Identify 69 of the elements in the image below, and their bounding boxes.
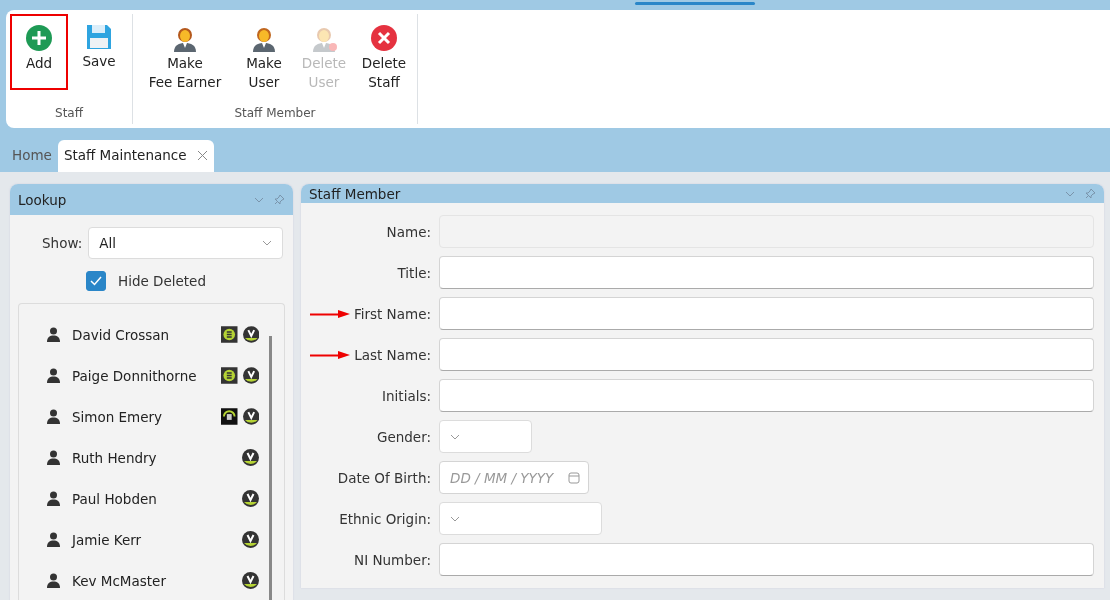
- field-label: Name:: [386, 223, 431, 240]
- field-label: Date Of Birth:: [337, 469, 431, 486]
- add-icon: [25, 24, 53, 52]
- group-label: Staff Member: [234, 105, 316, 122]
- dropdown-field[interactable]: [439, 420, 532, 453]
- field-label: Title:: [397, 264, 431, 281]
- chevron-down-icon: [254, 196, 264, 203]
- person-icon: [47, 409, 60, 424]
- e-badge-icon: [221, 326, 238, 343]
- staff-list-item[interactable]: Kev McMaster: [19, 560, 269, 600]
- group-label: Staff: [55, 105, 83, 122]
- v-badge-icon: [242, 367, 259, 384]
- text-field[interactable]: [439, 338, 1094, 371]
- ribbon-button[interactable]: Save: [70, 14, 128, 90]
- ribbon-button[interactable]: Make User: [235, 14, 293, 90]
- close-icon[interactable]: [196, 149, 208, 161]
- person-icon: [47, 368, 60, 383]
- e-badge-icon: [221, 367, 238, 384]
- staff-list-item[interactable]: David Crossan: [19, 314, 269, 355]
- show-dropdown[interactable]: All: [88, 227, 283, 259]
- pin-icon[interactable]: [1085, 188, 1096, 199]
- panel-title: Lookup: [18, 191, 68, 208]
- staff-list-item[interactable]: Ruth Hendry: [19, 437, 269, 478]
- show-label: Show:: [42, 235, 83, 251]
- field-label: First Name:: [353, 305, 431, 322]
- scrollbar[interactable]: [269, 336, 272, 600]
- text-field[interactable]: [439, 256, 1094, 289]
- checkbox-label: Hide Deleted: [118, 273, 206, 289]
- chevron-down-icon: [262, 240, 272, 246]
- text-field[interactable]: [439, 297, 1094, 330]
- checkbox[interactable]: [86, 271, 106, 291]
- ribbon-button[interactable]: Add: [10, 14, 68, 90]
- tab[interactable]: Home: [6, 140, 58, 172]
- panel-title: Staff Member: [309, 185, 402, 202]
- staff-list-item[interactable]: Paige Donnithorne: [19, 355, 269, 396]
- ribbon-button[interactable]: Make Fee Earner: [137, 14, 233, 90]
- field-label: Ethnic Origin:: [339, 510, 431, 527]
- text-field[interactable]: [439, 543, 1094, 576]
- ribbon-button[interactable]: Delete Staff: [355, 14, 413, 90]
- calendar-icon: [568, 471, 580, 484]
- checkmark-icon: [90, 276, 102, 286]
- v-badge-icon: [242, 572, 259, 589]
- v-badge-icon: [242, 490, 259, 507]
- person-icon: [47, 573, 60, 588]
- staff-list-item[interactable]: Simon Emery: [19, 396, 269, 437]
- person-icon: [47, 491, 60, 506]
- person-icon: [47, 532, 60, 547]
- field-label: NI Number:: [354, 551, 431, 568]
- person-icon: [47, 327, 60, 342]
- chevron-down-icon: [1065, 190, 1075, 197]
- person-icon: [47, 450, 60, 465]
- chevron-down-icon: [450, 515, 460, 522]
- v-badge-icon: [242, 449, 259, 466]
- v-badge-icon: [242, 326, 259, 343]
- field-label: Last Name:: [354, 346, 431, 363]
- pin-icon[interactable]: [274, 194, 285, 205]
- field-label: Gender:: [376, 428, 431, 445]
- delete-icon: [370, 24, 398, 52]
- tab[interactable]: Staff Maintenance: [57, 140, 214, 172]
- date-placeholder: DD / MM / YYYY: [450, 469, 554, 486]
- v-badge-icon: [242, 408, 259, 425]
- staff-list-item[interactable]: Jamie Kerr: [19, 519, 269, 560]
- field-label: Initials:: [382, 387, 431, 404]
- staff-list-item[interactable]: Paul Hobden: [19, 478, 269, 519]
- chevron-down-icon: [450, 433, 460, 440]
- v-badge-icon: [242, 531, 259, 548]
- s-badge-icon: [221, 408, 238, 425]
- dropdown-field[interactable]: [439, 502, 602, 535]
- text-field[interactable]: [439, 379, 1094, 412]
